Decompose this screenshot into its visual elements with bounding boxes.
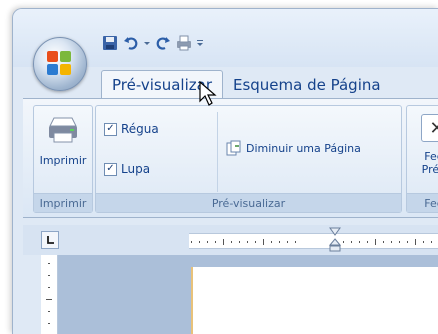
vertical-ruler[interactable]: [41, 255, 58, 334]
tab-label: Esquema de Página: [232, 76, 381, 94]
word-window: Pré-visualizar Esquema de Página Imprimi…: [12, 8, 438, 334]
dropdown-arrow-icon[interactable]: [143, 34, 151, 52]
ruler-checkbox[interactable]: ✓ Régua: [104, 122, 159, 136]
ribbon: Imprimir Imprimir ✓ Régua ✓ Lupa Diminui…: [23, 98, 438, 218]
checkbox-label: Lupa: [121, 162, 151, 176]
mouse-cursor-icon: [199, 81, 217, 106]
quick-access-toolbar: [101, 31, 204, 55]
checkbox-checked-icon: ✓: [104, 162, 117, 176]
tab-esquema-de-pagina[interactable]: Esquema de Página: [223, 71, 391, 99]
vertical-ruler-ticks: [46, 263, 52, 324]
close-group: ✕ Fech Pré-vi Fech: [406, 105, 438, 213]
checkbox-label: Régua: [121, 122, 159, 136]
shrink-button-label: Diminuir uma Página: [246, 141, 361, 155]
group-divider: [217, 112, 218, 192]
close-button-label-line2: Pré-vi: [421, 163, 438, 176]
tab-label: Pré-visualizar: [112, 76, 212, 94]
tab-selector-button[interactable]: [41, 231, 59, 249]
print-icon[interactable]: [175, 34, 193, 52]
printer-icon: [49, 117, 77, 143]
horizontal-ruler[interactable]: [189, 233, 438, 249]
customize-arrow-icon[interactable]: [196, 34, 204, 52]
shrink-page-icon: [226, 140, 241, 156]
checkbox-checked-icon: ✓: [104, 122, 117, 136]
ruler-bar: [23, 225, 438, 255]
office-button[interactable]: [33, 37, 87, 91]
print-button-label: Imprimir: [39, 154, 87, 167]
close-button-label-line1: Fech: [424, 150, 438, 163]
close-preview-button[interactable]: ✕ Fech Pré-vi: [407, 114, 438, 176]
close-icon: ✕: [421, 114, 438, 142]
print-group: Imprimir Imprimir: [33, 105, 93, 213]
close-group-label: Fech: [407, 193, 438, 212]
preview-group: ✓ Régua ✓ Lupa Diminuir uma Página Pré-v…: [95, 105, 402, 213]
magnifier-checkbox[interactable]: ✓ Lupa: [104, 162, 150, 176]
print-button[interactable]: Imprimir: [34, 114, 92, 167]
save-icon[interactable]: [101, 34, 119, 52]
preview-group-label: Pré-visualizar: [96, 193, 401, 212]
redo-icon[interactable]: [154, 34, 172, 52]
document-page: [191, 267, 438, 334]
office-logo-icon: [47, 51, 73, 77]
print-group-label: Imprimir: [34, 193, 92, 212]
shrink-one-page-button[interactable]: Diminuir uma Página: [226, 140, 361, 156]
undo-icon[interactable]: [122, 34, 140, 52]
ribbon-tabs: Pré-visualizar Esquema de Página: [101, 69, 391, 99]
indent-marker-icon[interactable]: [329, 227, 341, 253]
left-tab-icon: [47, 236, 54, 244]
ruler-ticks: [191, 239, 432, 245]
